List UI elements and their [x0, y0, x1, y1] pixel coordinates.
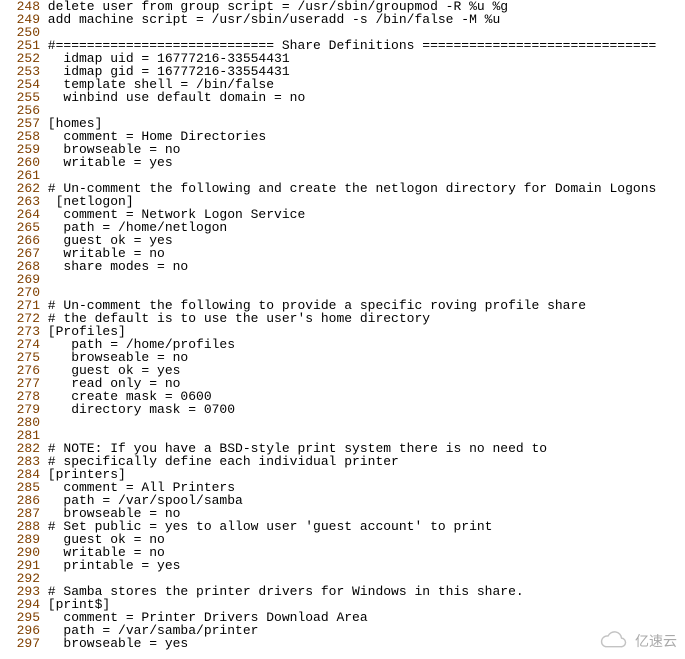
line-text: printable = yes: [40, 558, 180, 573]
line-text: writable = yes: [40, 155, 173, 170]
code-block: 248 delete user from group script = /usr…: [0, 0, 685, 650]
line-text: winbind use default domain = no: [40, 90, 305, 105]
code-line: 260 writable = yes: [0, 156, 685, 169]
line-text: share modes = no: [40, 259, 188, 274]
code-line: 280: [0, 416, 685, 429]
code-line: 269: [0, 273, 685, 286]
code-line: 256: [0, 104, 685, 117]
line-text: add machine script = /usr/sbin/useradd -…: [40, 12, 500, 27]
code-line: 249 add machine script = /usr/sbin/usera…: [0, 13, 685, 26]
code-line: 279 directory mask = 0700: [0, 403, 685, 416]
line-text: browseable = yes: [40, 636, 188, 651]
code-line: 268 share modes = no: [0, 260, 685, 273]
code-line: 291 printable = yes: [0, 559, 685, 572]
line-number: 297: [0, 637, 40, 650]
line-text: directory mask = 0700: [40, 402, 235, 417]
code-line: 255 winbind use default domain = no: [0, 91, 685, 104]
line-text: # Samba stores the printer drivers for W…: [40, 584, 524, 599]
code-line: 297 browseable = yes: [0, 637, 685, 650]
